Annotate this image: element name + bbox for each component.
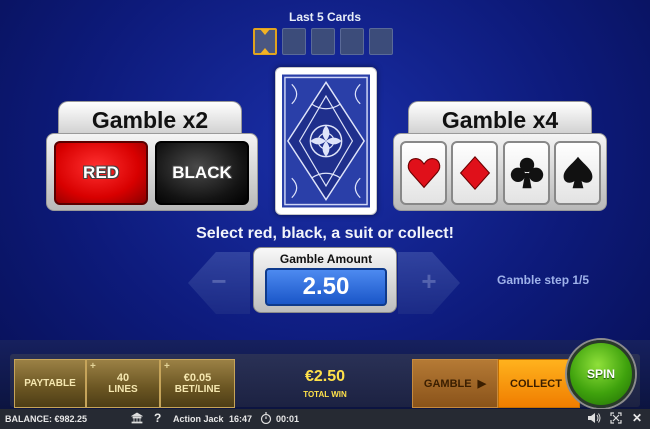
bet-label: BET/LINE xyxy=(174,384,221,395)
clubs-button[interactable] xyxy=(503,141,550,205)
paytable-button[interactable]: PAYTABLE xyxy=(14,359,86,408)
gamble-button[interactable]: GAMBLE ▶ xyxy=(412,359,498,408)
hearts-icon xyxy=(407,158,440,189)
lines-button[interactable]: + 40 LINES xyxy=(86,359,160,408)
paytable-label: PAYTABLE xyxy=(24,378,76,389)
face-down-card xyxy=(275,67,377,215)
last-card-slot xyxy=(311,28,335,55)
gamble-amount-label: Gamble Amount xyxy=(279,252,373,266)
gamble-amount-value: 2.50 xyxy=(265,268,387,306)
last-card-slot xyxy=(282,28,306,55)
gamble-color-panel: RED BLACK xyxy=(46,133,258,211)
lines-value: 40 xyxy=(116,372,130,384)
balance-text: BALANCE: €982.25 xyxy=(5,414,88,424)
game-name: Action Jack xyxy=(173,414,224,424)
spin-button[interactable]: SPIN xyxy=(567,340,635,408)
last-cards-title: Last 5 Cards xyxy=(288,10,362,24)
bet-value: €0.05 xyxy=(183,372,212,384)
total-win-label: TOTAL WIN xyxy=(303,390,347,399)
lines-label: LINES xyxy=(108,384,138,395)
help-icon[interactable]: ? xyxy=(154,411,161,425)
red-button[interactable]: RED xyxy=(54,141,148,205)
last-cards-row xyxy=(253,28,393,55)
session-time: 00:01 xyxy=(276,414,300,424)
gamble-step-text: Gamble step 1/5 xyxy=(497,273,590,287)
gamble-amount-box: Gamble Amount 2.50 xyxy=(253,247,397,313)
gamble-suit-panel xyxy=(393,133,607,211)
close-icon[interactable]: ✕ xyxy=(632,411,642,425)
diamonds-icon xyxy=(459,155,490,191)
plus-small-icon: + xyxy=(164,361,170,372)
timer-icon xyxy=(260,412,272,426)
gamble-suit-title: Gamble x4 xyxy=(408,101,592,135)
collect-button-label: COLLECT xyxy=(510,377,562,390)
sound-icon[interactable] xyxy=(587,412,601,426)
diamonds-button[interactable] xyxy=(451,141,498,205)
minus-icon: − xyxy=(211,266,227,296)
spades-icon xyxy=(563,156,592,189)
bet-per-line-button[interactable]: + €0.05 BET/LINE xyxy=(160,359,235,408)
last-card-slot xyxy=(253,28,277,55)
gamble-button-label: GAMBLE xyxy=(423,377,472,390)
arrow-right-icon: ▶ xyxy=(477,378,487,390)
black-button[interactable]: BLACK xyxy=(155,141,249,205)
total-win-value: €2.50 xyxy=(304,368,346,385)
status-bar: BALANCE: €982.25 ? Action Jack 16:47 00:… xyxy=(0,409,650,429)
last-card-slot xyxy=(340,28,364,55)
bank-icon[interactable] xyxy=(130,412,144,426)
spades-button[interactable] xyxy=(554,141,601,205)
card-back-pattern xyxy=(282,74,370,208)
decrease-amount-button[interactable]: − xyxy=(188,252,250,314)
hearts-button[interactable] xyxy=(400,141,447,205)
increase-amount-button[interactable]: + xyxy=(398,252,460,314)
instruction-text: Select red, black, a suit or collect! xyxy=(196,225,454,242)
spin-button-label: SPIN xyxy=(586,367,615,381)
clock-time: 16:47 xyxy=(229,414,253,424)
plus-small-icon: + xyxy=(90,361,96,372)
gamble-color-title: Gamble x2 xyxy=(58,101,242,135)
last-card-slot xyxy=(369,28,393,55)
plus-icon: + xyxy=(421,266,437,296)
clubs-icon xyxy=(510,157,543,189)
fullscreen-icon[interactable] xyxy=(610,412,622,426)
